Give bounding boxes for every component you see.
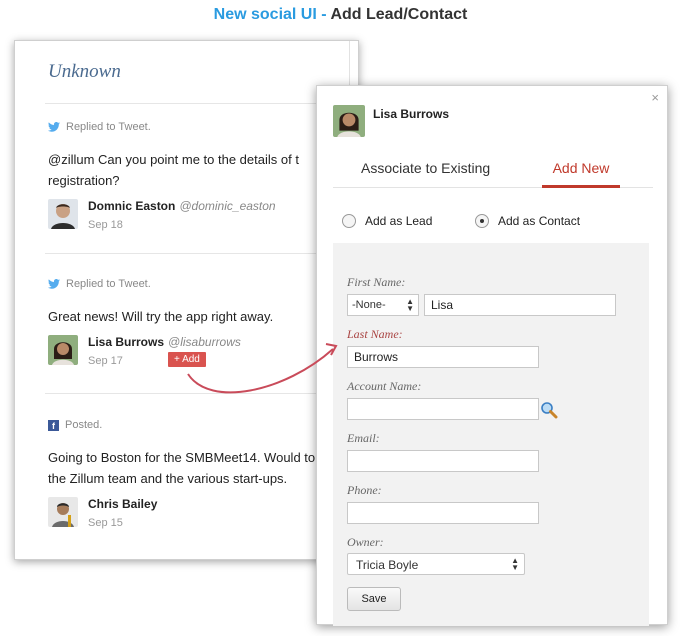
page-title: New social UI - Add Lead/Contact bbox=[0, 6, 681, 24]
page-title-primary: New social UI - bbox=[213, 6, 331, 23]
select-arrows-icon: ▲ ▼ bbox=[406, 297, 414, 313]
account-name-input[interactable] bbox=[347, 398, 539, 420]
contact-avatar bbox=[333, 105, 365, 137]
post-meta-label: Replied to Tweet. bbox=[66, 121, 151, 133]
post-date: Sep 18 bbox=[88, 219, 123, 231]
salutation-value: -None- bbox=[352, 299, 386, 311]
add-contact-button[interactable]: + Add bbox=[168, 352, 206, 367]
tab-associate-existing[interactable]: Associate to Existing bbox=[361, 160, 490, 176]
post-meta: Replied to Tweet. bbox=[48, 121, 348, 133]
owner-value: Tricia Boyle bbox=[356, 558, 419, 572]
phone-label: Phone: bbox=[347, 483, 382, 497]
select-arrows-icon: ▲ ▼ bbox=[511, 556, 519, 572]
post-date: Sep 15 bbox=[88, 517, 123, 529]
save-button[interactable]: Save bbox=[347, 587, 401, 611]
author-name[interactable]: Domnic Easton @dominic_easton bbox=[88, 199, 276, 213]
add-lead-contact-dialog: × Lisa Burrows Associate to Existing Add… bbox=[316, 85, 668, 626]
contact-name: Lisa Burrows bbox=[373, 107, 450, 121]
phone-input[interactable] bbox=[347, 502, 539, 524]
add-as-contact-label: Add as Contact bbox=[498, 214, 581, 228]
avatar bbox=[48, 335, 78, 365]
post-text: Going to Boston for the SMBMeet14. Would… bbox=[48, 450, 348, 486]
owner-label: Owner: bbox=[347, 535, 384, 549]
post-text: @zillum Can you point me to the details … bbox=[48, 152, 299, 188]
feed-post: f Posted. Going to Boston for the SMBMee… bbox=[48, 419, 348, 531]
contact-form: First Name: -None- ▲ ▼ Lisa Last Name: Bu… bbox=[333, 243, 649, 626]
close-icon[interactable]: × bbox=[651, 90, 659, 105]
author-handle: @lisaburrows bbox=[168, 335, 241, 349]
add-as-lead-label: Add as Lead bbox=[365, 214, 433, 228]
facebook-icon: f bbox=[48, 419, 59, 431]
feed-divider bbox=[45, 393, 345, 394]
author-name-text: Domnic Easton bbox=[88, 199, 176, 213]
post-date: Sep 17 bbox=[88, 355, 123, 367]
search-icon[interactable] bbox=[540, 401, 558, 419]
active-tab-indicator bbox=[542, 185, 620, 188]
salutation-select[interactable]: -None- ▲ ▼ bbox=[347, 294, 419, 316]
feed-divider bbox=[45, 253, 345, 254]
twitter-icon bbox=[48, 122, 60, 132]
owner-select[interactable]: Tricia Boyle ▲ ▼ bbox=[347, 553, 525, 575]
post-author: Domnic Easton @dominic_easton Sep 18 bbox=[48, 197, 348, 233]
twitter-icon bbox=[48, 279, 60, 289]
add-as-contact-radio[interactable] bbox=[475, 214, 489, 228]
author-name[interactable]: Chris Bailey bbox=[88, 497, 157, 511]
feed-title: Unknown bbox=[48, 61, 121, 82]
last-name-input[interactable]: Burrows bbox=[347, 346, 539, 368]
feed-post: Replied to Tweet. Great news! Will try t… bbox=[48, 278, 348, 369]
post-meta-label: Replied to Tweet. bbox=[66, 278, 151, 290]
email-input[interactable] bbox=[347, 450, 539, 472]
social-feed-panel: Unknown Replied to Tweet. @zillum Can yo… bbox=[14, 40, 359, 560]
post-meta-label: Posted. bbox=[65, 419, 103, 431]
first-name-label: First Name: bbox=[347, 275, 406, 289]
last-name-label: Last Name: bbox=[347, 327, 403, 341]
feed-post: Replied to Tweet. @zillum Can you point … bbox=[48, 121, 348, 233]
author-name-text: Lisa Burrows bbox=[88, 335, 165, 349]
add-as-contact-option[interactable]: Add as Contact bbox=[475, 214, 580, 228]
feed-divider bbox=[45, 103, 345, 104]
add-as-lead-option[interactable]: Add as Lead bbox=[342, 214, 432, 228]
post-meta: f Posted. bbox=[48, 419, 348, 431]
post-author: Lisa Burrows @lisaburrows Sep 17 + Add bbox=[48, 333, 348, 369]
dialog-tabs: Associate to Existing Add New bbox=[333, 152, 653, 188]
page-title-secondary: Add Lead/Contact bbox=[330, 6, 468, 23]
first-name-input[interactable]: Lisa bbox=[424, 294, 616, 316]
post-meta: Replied to Tweet. bbox=[48, 278, 348, 290]
author-name-text: Chris Bailey bbox=[88, 497, 158, 511]
post-author: Chris Bailey Sep 15 bbox=[48, 495, 348, 531]
account-name-label: Account Name: bbox=[347, 379, 422, 393]
avatar bbox=[48, 497, 78, 527]
email-label: Email: bbox=[347, 431, 380, 445]
author-name[interactable]: Lisa Burrows @lisaburrows bbox=[88, 335, 241, 349]
author-handle: @dominic_easton bbox=[179, 199, 276, 213]
post-text: Great news! Will try the app right away. bbox=[48, 309, 274, 324]
tab-add-new[interactable]: Add New bbox=[542, 160, 620, 176]
add-as-lead-radio[interactable] bbox=[342, 214, 356, 228]
avatar bbox=[48, 199, 78, 229]
